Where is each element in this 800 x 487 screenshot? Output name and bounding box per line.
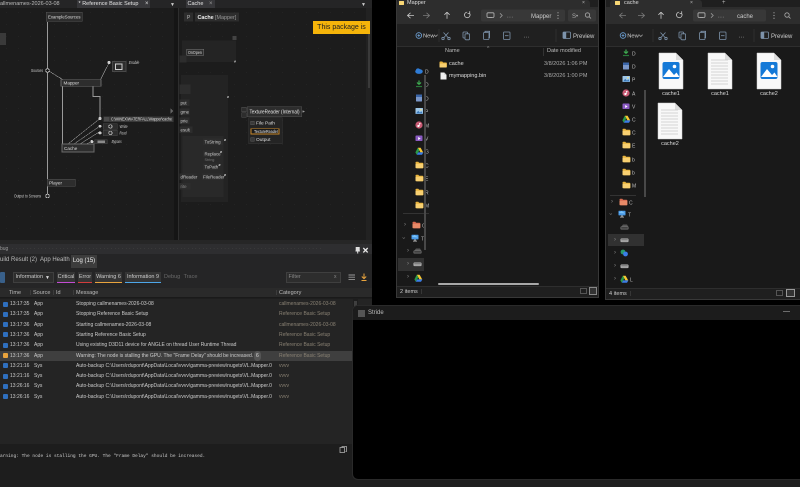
svg-text:...: ... bbox=[524, 34, 531, 40]
svg-text:C: C bbox=[629, 200, 633, 206]
svg-text:Output: Output bbox=[256, 137, 271, 143]
svg-text:Preview: Preview bbox=[771, 34, 793, 40]
svg-text:P: P bbox=[632, 78, 636, 84]
svg-text:Player: Player bbox=[49, 180, 62, 185]
svg-text:String: String bbox=[205, 158, 215, 162]
svg-text:V: V bbox=[632, 104, 636, 110]
svg-text:put: put bbox=[181, 101, 188, 106]
svg-text:OnOpen: OnOpen bbox=[188, 50, 202, 55]
svg-text:ExampleSources: ExampleSources bbox=[48, 14, 81, 20]
svg-text:E: E bbox=[632, 144, 636, 150]
svg-text:Mapper: Mapper bbox=[531, 14, 551, 20]
svg-text:...: ... bbox=[507, 14, 514, 20]
svg-text:Enable: Enable bbox=[129, 60, 140, 65]
svg-text:FileReader: FileReader bbox=[203, 175, 225, 180]
svg-text:Bypass: Bypass bbox=[112, 139, 123, 144]
svg-text:L: L bbox=[630, 277, 633, 283]
svg-text:C: C bbox=[632, 118, 636, 124]
svg-text:C:\MINEX\WATERFALL\Mapper\cach: C:\MINEX\WATERFALL\Mapper\cache bbox=[111, 117, 172, 122]
svg-text:[Mapper]: [Mapper] bbox=[215, 15, 237, 21]
svg-text:b: b bbox=[632, 170, 635, 176]
svg-text:C: C bbox=[632, 131, 636, 137]
svg-text:dReader: dReader bbox=[181, 175, 198, 180]
svg-text:New: New bbox=[627, 34, 639, 40]
svg-text:Write: Write bbox=[120, 124, 128, 129]
svg-text:prie: prie bbox=[181, 119, 189, 124]
svg-text:cache: cache bbox=[737, 14, 754, 20]
svg-text:TextureReader: TextureReader bbox=[254, 129, 278, 134]
svg-text:...: ... bbox=[718, 14, 725, 20]
svg-text:Preview: Preview bbox=[573, 34, 595, 40]
svg-text:New: New bbox=[423, 34, 435, 40]
svg-text:D: D bbox=[632, 52, 636, 58]
svg-text:b: b bbox=[632, 157, 635, 163]
svg-text:Replace: Replace bbox=[205, 152, 222, 157]
svg-text:Cache: Cache bbox=[64, 146, 78, 151]
svg-text:M: M bbox=[632, 184, 636, 190]
svg-text:T: T bbox=[628, 213, 631, 219]
svg-text:rite: rite bbox=[181, 184, 188, 189]
svg-text:D: D bbox=[632, 65, 636, 71]
svg-text:TextureReader (Internal): TextureReader (Internal) bbox=[250, 110, 300, 116]
svg-text:ToString: ToString bbox=[205, 140, 222, 145]
svg-text:Read: Read bbox=[120, 131, 127, 136]
svg-text:...: ... bbox=[739, 34, 746, 40]
svg-text:Cache: Cache bbox=[198, 15, 214, 21]
svg-text:ToPath: ToPath bbox=[205, 165, 219, 170]
svg-text:Sources: Sources bbox=[31, 68, 43, 73]
svg-text:File Path: File Path bbox=[256, 120, 275, 126]
svg-text:S•: S• bbox=[572, 14, 578, 20]
svg-text:esult: esult bbox=[181, 128, 191, 133]
svg-text:A: A bbox=[632, 91, 636, 97]
svg-text:Mapper: Mapper bbox=[64, 81, 80, 86]
svg-text:Output to Screens: Output to Screens bbox=[14, 194, 41, 199]
svg-text:gme: gme bbox=[181, 110, 190, 115]
